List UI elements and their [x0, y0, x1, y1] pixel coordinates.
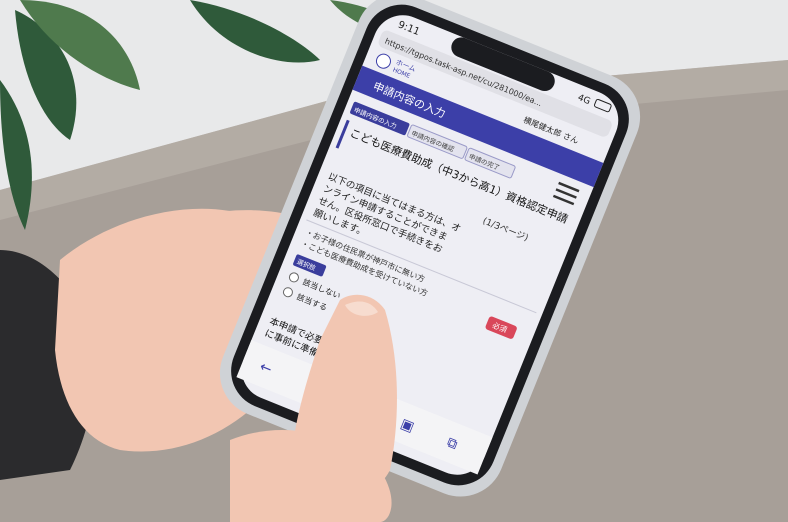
photo-scene: 9:11 4G https://tgpos.task-asp.net/cu/28…: [0, 0, 788, 522]
scene-svg: 9:11 4G https://tgpos.task-asp.net/cu/28…: [0, 0, 788, 522]
